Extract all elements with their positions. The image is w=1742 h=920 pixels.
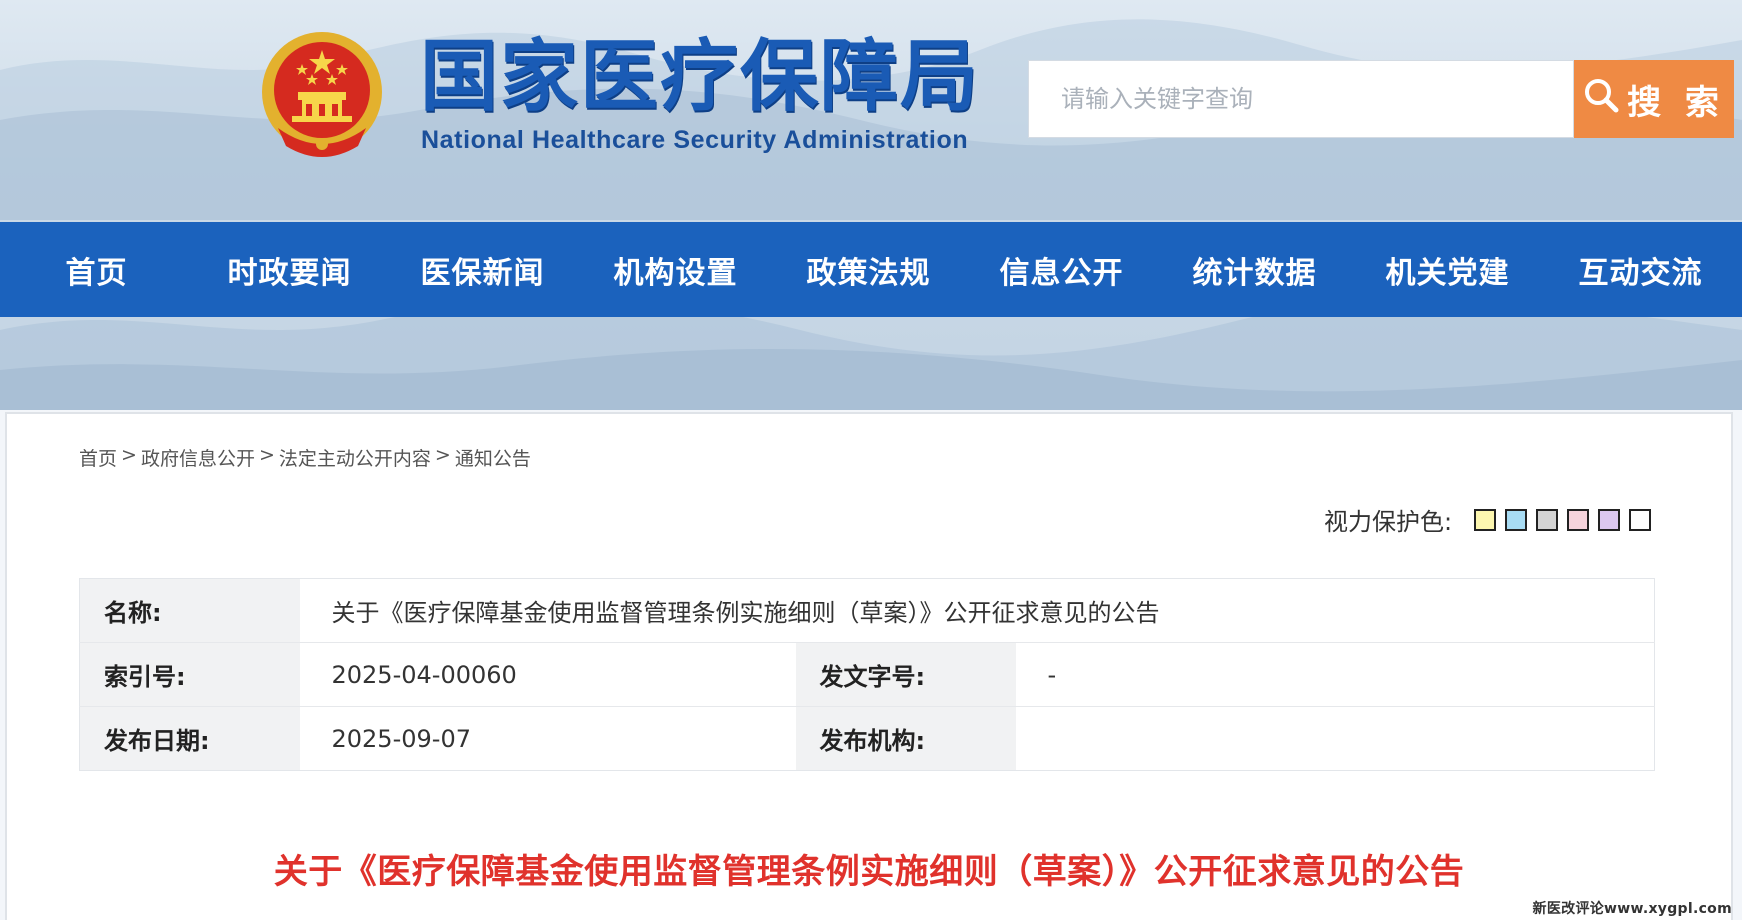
name-value: 关于《医疗保障基金使用监督管理条例实施细则（草案）》公开征求意见的公告 [299, 578, 1655, 643]
color-swatch-gray[interactable] [1536, 508, 1559, 531]
eye-protection-colors: 视力保护色: [1324, 502, 1660, 537]
nav-item-statistics[interactable]: 统计数据 [1158, 248, 1351, 292]
org-value [1015, 706, 1655, 771]
breadcrumb-gov-info[interactable]: 政府信息公开 [141, 444, 255, 471]
breadcrumb-statutory-content[interactable]: 法定主动公开内容 [279, 444, 431, 471]
table-row: 索引号: 2025-04-00060 发文字号: - [79, 642, 1655, 707]
search-button-label: 搜 索 [1627, 82, 1725, 123]
breadcrumb-notices[interactable]: 通知公告 [455, 444, 531, 471]
date-label: 发布日期: [79, 706, 300, 771]
search-input[interactable] [1028, 60, 1574, 138]
search-icon [1583, 77, 1619, 122]
nav-item-home[interactable]: 首页 [0, 248, 193, 292]
index-label: 索引号: [79, 642, 300, 707]
site-title-chinese: 国家医疗保障局 [420, 31, 981, 122]
nav-item-party-building[interactable]: 机关党建 [1351, 248, 1544, 292]
eye-protection-label: 视力保护色: [1324, 508, 1453, 536]
index-value: 2025-04-00060 [299, 642, 796, 707]
docno-label: 发文字号: [795, 642, 1016, 707]
watermark-text: 新医改评论www.xygpl.com [1532, 901, 1732, 917]
name-label: 名称: [79, 578, 300, 643]
color-swatch-pink[interactable] [1567, 508, 1590, 531]
table-row: 名称: 关于《医疗保障基金使用监督管理条例实施细则（草案）》公开征求意见的公告 [79, 578, 1655, 643]
table-row: 发布日期: 2025-09-07 发布机构: [79, 706, 1655, 771]
breadcrumb-home[interactable]: 首页 [79, 444, 117, 471]
nav-item-healthcare-news[interactable]: 医保新闻 [386, 248, 579, 292]
color-swatch-blue[interactable] [1505, 508, 1528, 531]
color-swatch-yellow[interactable] [1474, 508, 1497, 531]
document-info-table: 名称: 关于《医疗保障基金使用监督管理条例实施细则（草案）》公开征求意见的公告 … [79, 578, 1655, 771]
color-swatch-white[interactable] [1629, 508, 1652, 531]
nav-item-info-disclosure[interactable]: 信息公开 [965, 248, 1158, 292]
main-nav-bar: 首页 时政要闻 医保新闻 机构设置 政策法规 信息公开 统计数据 机关党建 互动… [0, 222, 1742, 317]
breadcrumb: 首页 > 政府信息公开 > 法定主动公开内容 > 通知公告 [79, 444, 531, 471]
color-swatch-purple[interactable] [1598, 508, 1621, 531]
content-panel: 首页 > 政府信息公开 > 法定主动公开内容 > 通知公告 视力保护色: 名称:… [5, 412, 1733, 920]
search-button[interactable]: 搜 索 [1574, 60, 1734, 138]
nav-item-interaction[interactable]: 互动交流 [1544, 248, 1737, 292]
breadcrumb-separator: > [258, 444, 275, 466]
nav-item-political-news[interactable]: 时政要闻 [193, 248, 386, 292]
nav-item-organization[interactable]: 机构设置 [579, 248, 772, 292]
org-label: 发布机构: [795, 706, 1016, 771]
article-title: 关于《医疗保障基金使用监督管理条例实施细则（草案）》公开征求意见的公告 [273, 852, 1465, 892]
national-emblem-icon [258, 28, 386, 162]
docno-value: - [1015, 642, 1655, 707]
date-value: 2025-09-07 [299, 706, 796, 771]
breadcrumb-separator: > [121, 444, 137, 466]
nav-item-policies[interactable]: 政策法规 [772, 248, 965, 292]
site-title-english: National Healthcare Security Administrat… [421, 126, 969, 154]
breadcrumb-separator: > [434, 444, 451, 466]
